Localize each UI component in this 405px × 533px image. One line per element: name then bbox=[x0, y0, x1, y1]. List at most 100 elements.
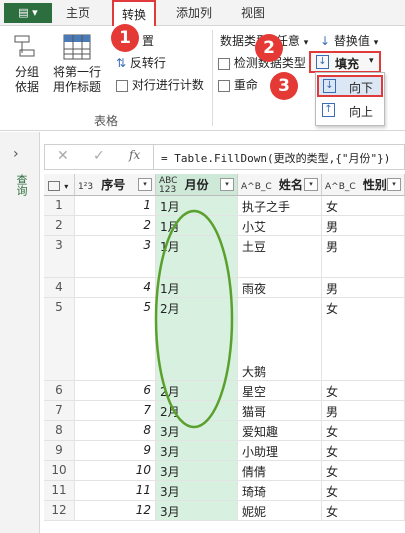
replace-values-button[interactable]: ↓ 替换值 ▾ bbox=[320, 32, 378, 49]
name-cell[interactable]: 小艾 bbox=[238, 216, 322, 236]
formula-bar: ✕ ✓ fx = Table.FillDown(更改的类型,{"月份"}) bbox=[44, 144, 405, 170]
group-divider bbox=[212, 30, 213, 126]
month-cell[interactable]: 3月 bbox=[156, 481, 238, 501]
count-rows-label: 对行进行计数 bbox=[131, 78, 204, 92]
ribbon-tab-bar: ▤ ▾ 主页 转换 添加列 视图 bbox=[0, 0, 405, 28]
name-cell[interactable]: 星空 bbox=[238, 381, 322, 401]
seq-cell[interactable]: 9 bbox=[75, 441, 156, 461]
reverse-rows-button[interactable]: ⇅ 反转行 bbox=[116, 54, 166, 71]
column-header-name[interactable]: A^B_C 姓名 ▾ bbox=[238, 174, 322, 196]
tab-view[interactable]: 视图 bbox=[241, 0, 265, 26]
first-row-headers-button[interactable]: 将第一行 用作标题 bbox=[48, 32, 106, 107]
gender-cell[interactable]: 男 bbox=[322, 216, 405, 236]
seq-cell[interactable]: 12 bbox=[75, 501, 156, 521]
text-type-icon: A^B_C bbox=[241, 182, 272, 192]
name-cell[interactable]: 妮妮 bbox=[238, 501, 322, 521]
table-icon bbox=[48, 180, 60, 191]
column-header-label: 性别 bbox=[362, 178, 387, 192]
row-number-cell[interactable]: 7 bbox=[44, 401, 75, 421]
row-number-cell[interactable]: 11 bbox=[44, 481, 75, 501]
replace-values-label: 替换值 bbox=[333, 34, 370, 48]
check-icon[interactable]: ✓ bbox=[93, 148, 105, 164]
chevron-down-icon: ▾ bbox=[373, 38, 379, 48]
row-number-cell[interactable]: 6 bbox=[44, 381, 75, 401]
group-by-button[interactable]: 分组 依据 bbox=[8, 32, 46, 107]
column-header-month[interactable]: ABC 123 月份 ▾ bbox=[156, 174, 238, 196]
column-header-seq[interactable]: 1²3 序号 ▾ bbox=[75, 174, 156, 196]
name-cell[interactable]: 小助理 bbox=[238, 441, 322, 461]
gender-cell[interactable]: 女 bbox=[322, 501, 405, 521]
name-cell[interactable]: 猫哥 bbox=[238, 401, 322, 421]
month-cell[interactable]: 3月 bbox=[156, 441, 238, 461]
row-number-cell[interactable]: 1 bbox=[44, 196, 75, 216]
gender-cell[interactable]: 女 bbox=[322, 461, 405, 481]
formula-divider bbox=[153, 145, 154, 169]
name-cell[interactable]: 雨夜 bbox=[238, 278, 322, 298]
fill-up-menu-item[interactable]: ↑ 向上 bbox=[317, 101, 383, 123]
month-cell[interactable]: 3月 bbox=[156, 461, 238, 481]
gender-cell[interactable]: 女 bbox=[322, 196, 405, 216]
name-cell[interactable]: 琦琦 bbox=[238, 481, 322, 501]
rename-button[interactable]: 重命 bbox=[218, 76, 258, 93]
gender-cell[interactable]: 女 bbox=[322, 441, 405, 461]
column-header-label: 序号 bbox=[101, 178, 126, 192]
gender-cell[interactable]: 女 bbox=[322, 381, 405, 401]
gender-cell[interactable]: 女 bbox=[322, 421, 405, 441]
month-cell[interactable]: 3月 bbox=[156, 501, 238, 521]
close-icon[interactable]: ✕ bbox=[57, 148, 69, 164]
file-menu-button[interactable]: ▤ ▾ bbox=[4, 3, 52, 23]
formula-text[interactable]: = Table.FillDown(更改的类型,{"月份"}) bbox=[161, 150, 390, 166]
row-number-cell[interactable]: 4 bbox=[44, 278, 75, 298]
fill-down-label: 向下 bbox=[349, 81, 374, 95]
step-badge-3: 3 bbox=[270, 72, 298, 100]
column-header-label: 姓名 bbox=[278, 178, 303, 192]
fill-down-menu-item[interactable]: ↓ 向下 bbox=[317, 75, 383, 97]
rename-label: 重命 bbox=[233, 78, 258, 92]
row-number-cell[interactable]: 8 bbox=[44, 421, 75, 441]
count-rows-button[interactable]: 对行进行计数 bbox=[116, 76, 204, 93]
seq-cell[interactable]: 11 bbox=[75, 481, 156, 501]
row-number-cell[interactable]: 5 bbox=[44, 298, 75, 381]
column-header-label: 月份 bbox=[184, 178, 209, 192]
filter-dropdown-icon[interactable]: ▾ bbox=[138, 178, 152, 191]
expand-chevron-icon[interactable]: › bbox=[13, 146, 19, 162]
row-number-cell[interactable]: 12 bbox=[44, 501, 75, 521]
name-cell[interactable]: 爱知趣 bbox=[238, 421, 322, 441]
queries-pane: › 查询 bbox=[0, 132, 40, 533]
fill-up-label: 向上 bbox=[349, 105, 374, 119]
name-cell[interactable]: 执子之手 bbox=[238, 196, 322, 216]
gender-cell[interactable]: 男 bbox=[322, 278, 405, 298]
gender-cell[interactable]: 男 bbox=[322, 236, 405, 278]
row-number-cell[interactable]: 2 bbox=[44, 216, 75, 236]
table-group-label: 表格 bbox=[94, 114, 119, 128]
column-header-gender[interactable]: A^B_C 性别 ▾ bbox=[322, 174, 405, 196]
name-cell[interactable]: 大鹅 bbox=[238, 298, 322, 381]
row-number-cell[interactable]: 9 bbox=[44, 441, 75, 461]
queries-label[interactable]: 查询 bbox=[13, 174, 29, 196]
gender-cell[interactable]: 男 bbox=[322, 401, 405, 421]
name-cell[interactable]: 土豆 bbox=[238, 236, 322, 278]
detect-type-icon bbox=[218, 57, 230, 70]
seq-cell[interactable]: 10 bbox=[75, 461, 156, 481]
fill-dropdown-menu: ↓ 向下 ↑ 向上 bbox=[315, 72, 385, 126]
row-number-cell[interactable]: 3 bbox=[44, 236, 75, 278]
filter-dropdown-icon[interactable]: ▾ bbox=[304, 178, 318, 191]
chevron-down-icon: ▾ bbox=[303, 38, 309, 48]
rename-icon bbox=[218, 79, 230, 92]
arrow-up-icon: ↑ bbox=[322, 103, 335, 117]
filter-dropdown-icon[interactable]: ▾ bbox=[387, 178, 401, 191]
gender-cell[interactable]: 女 bbox=[322, 298, 405, 381]
step-badge-2: 2 bbox=[255, 34, 283, 62]
select-all-corner[interactable]: ▾ bbox=[44, 174, 75, 196]
filter-dropdown-icon[interactable]: ▾ bbox=[220, 178, 234, 191]
name-cell[interactable]: 倩倩 bbox=[238, 461, 322, 481]
tab-transform[interactable]: 转换 bbox=[112, 0, 156, 28]
group-by-icon bbox=[14, 35, 35, 57]
fx-icon[interactable]: fx bbox=[129, 148, 140, 162]
fill-button[interactable]: ↓ 填充 ▾ bbox=[309, 51, 381, 73]
any-type-icon: ABC 123 bbox=[159, 175, 178, 195]
tab-home[interactable]: 主页 bbox=[66, 0, 90, 26]
gender-cell[interactable]: 女 bbox=[322, 481, 405, 501]
tab-add-column[interactable]: 添加列 bbox=[176, 0, 212, 26]
row-number-cell[interactable]: 10 bbox=[44, 461, 75, 481]
